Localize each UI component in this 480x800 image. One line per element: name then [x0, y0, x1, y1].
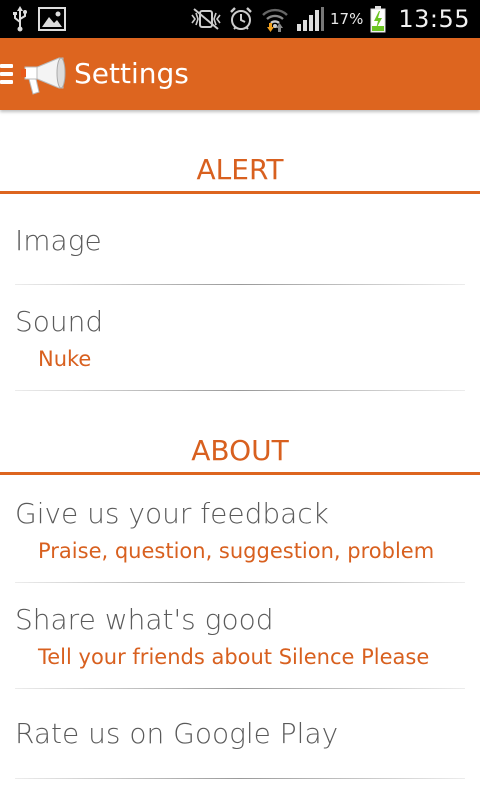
status-bar-notifications [12, 4, 66, 34]
menu-icon[interactable] [0, 60, 16, 88]
signal-icon [296, 6, 324, 32]
usb-icon [12, 6, 28, 32]
pref-title: Sound [15, 305, 104, 338]
pref-title: Share what's good [15, 603, 274, 636]
section-divider-alert [0, 191, 480, 194]
pref-title: Image [15, 224, 102, 257]
section-header-about: ABOUT [191, 434, 289, 467]
list-divider [15, 778, 465, 779]
list-divider [15, 688, 465, 689]
wifi-icon [260, 5, 290, 33]
pref-summary: Nuke [38, 347, 92, 371]
section-divider-about [0, 472, 480, 475]
page-title: Settings [74, 57, 189, 90]
status-clock: 13:55 [398, 5, 470, 33]
no-vibrate-icon [190, 7, 222, 31]
battery-percent: 17% [329, 10, 364, 28]
battery-charging-icon [370, 5, 386, 33]
pref-summary: Praise, question, suggestion, problem [38, 539, 435, 563]
megaphone-icon[interactable] [19, 56, 67, 100]
pref-title: Give us your feedback [15, 497, 329, 530]
app-bar: Settings [0, 38, 480, 110]
status-bar: 17% 13:55 [0, 0, 480, 38]
alarm-icon [228, 6, 254, 32]
status-bar-system: 17% 13:55 [190, 0, 470, 38]
list-divider [15, 582, 465, 583]
section-header-alert: ALERT [196, 153, 284, 186]
pref-summary: Tell your friends about Silence Please [38, 645, 430, 669]
list-divider [15, 390, 465, 391]
pref-title: Rate us on Google Play [15, 717, 339, 750]
gallery-icon [38, 7, 66, 31]
list-divider [15, 284, 465, 285]
